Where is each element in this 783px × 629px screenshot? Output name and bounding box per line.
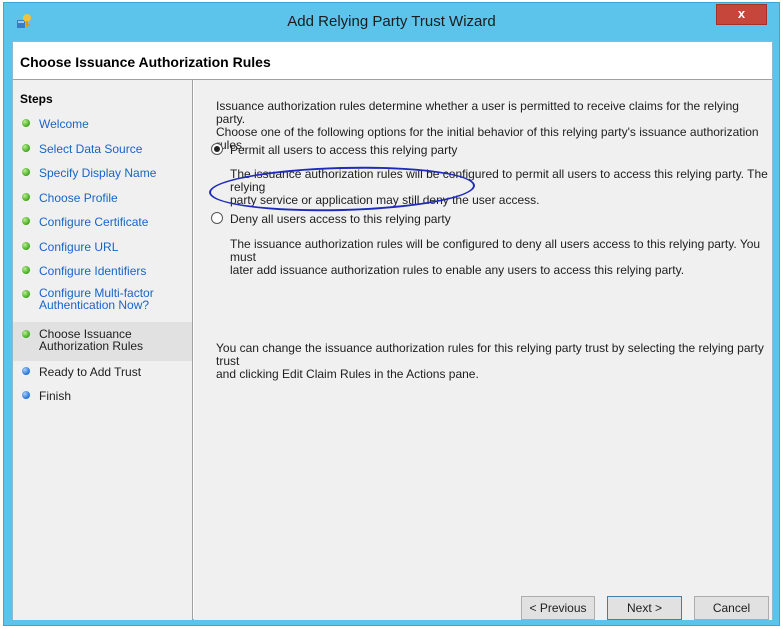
step-choose-issuance-authorization-rules[interactable]: Choose Issuance Authorization Rules bbox=[13, 322, 192, 361]
previous-button[interactable]: < Previous bbox=[521, 596, 595, 620]
permit-option-description: The issuance authorization rules will be… bbox=[230, 168, 770, 207]
permit-all-users-option[interactable]: Permit all users to access this relying … bbox=[208, 141, 748, 157]
step-welcome[interactable]: Welcome bbox=[13, 115, 192, 135]
deny-desc-line-2: later add issuance authorization rules t… bbox=[230, 263, 685, 277]
deny-option-description: The issuance authorization rules will be… bbox=[230, 238, 770, 277]
step-configure-identifiers[interactable]: Configure Identifiers bbox=[13, 262, 192, 282]
hint-line-2: and clicking Edit Claim Rules in the Act… bbox=[216, 367, 479, 381]
step-pending-icon bbox=[22, 367, 30, 375]
deny-option-label[interactable]: Deny all users access to this relying pa… bbox=[230, 212, 451, 226]
step-label: Ready to Add Trust bbox=[39, 365, 142, 379]
step-choose-profile[interactable]: Choose Profile bbox=[13, 189, 192, 209]
intro-line-1: Issuance authorization rules determine w… bbox=[216, 99, 739, 126]
step-done-icon bbox=[22, 217, 30, 225]
step-label: Configure Identifiers bbox=[39, 264, 147, 278]
step-finish[interactable]: Finish bbox=[13, 387, 192, 407]
step-label: Configure URL bbox=[39, 240, 119, 254]
permit-desc-line-1: The issuance authorization rules will be… bbox=[230, 167, 768, 194]
step-label-line-2: Authorization Rules bbox=[39, 339, 144, 353]
step-done-icon bbox=[22, 168, 30, 176]
radio-selected-dot bbox=[214, 146, 220, 152]
cancel-button[interactable]: Cancel bbox=[694, 596, 769, 620]
deny-desc-line-1: The issuance authorization rules will be… bbox=[230, 237, 761, 264]
step-configure-certificate[interactable]: Configure Certificate bbox=[13, 213, 192, 233]
permit-desc-line-2: party service or application may still d… bbox=[230, 193, 540, 207]
step-ready-to-add-trust[interactable]: Ready to Add Trust bbox=[13, 363, 192, 383]
step-label: Configure Certificate bbox=[39, 215, 149, 229]
page-header: Choose Issuance Authorization Rules bbox=[13, 42, 772, 79]
step-select-data-source[interactable]: Select Data Source bbox=[13, 140, 192, 160]
step-label: Select Data Source bbox=[39, 142, 143, 156]
step-done-icon bbox=[22, 193, 30, 201]
step-label: Welcome bbox=[39, 117, 89, 131]
page-title: Choose Issuance Authorization Rules bbox=[20, 54, 271, 70]
step-label: Specify Display Name bbox=[39, 166, 157, 180]
close-button[interactable]: x bbox=[716, 4, 767, 25]
step-current-icon bbox=[22, 330, 30, 338]
step-label-line-2: Authentication Now? bbox=[39, 298, 150, 312]
window-title: Add Relying Party Trust Wizard bbox=[287, 13, 496, 30]
steps-heading: Steps bbox=[20, 92, 53, 106]
deny-radio-button[interactable] bbox=[211, 212, 223, 224]
permit-radio-button[interactable] bbox=[211, 143, 223, 155]
wizard-client-area: Choose Issuance Authorization Rules Step… bbox=[12, 41, 773, 620]
steps-panel: Steps Welcome Select Data Source Specify… bbox=[13, 80, 193, 620]
step-configure-multi-factor[interactable]: Configure Multi-factor Authentication No… bbox=[13, 286, 192, 316]
step-configure-url[interactable]: Configure URL bbox=[13, 238, 192, 258]
title-bar[interactable]: Add Relying Party Trust Wizard x bbox=[4, 3, 779, 40]
hint-line-1: You can change the issuance authorizatio… bbox=[216, 341, 764, 368]
step-done-icon bbox=[22, 119, 30, 127]
step-label: Choose Profile bbox=[39, 191, 118, 205]
step-done-icon bbox=[22, 144, 30, 152]
step-specify-display-name[interactable]: Specify Display Name bbox=[13, 164, 192, 184]
content-panel: Issuance authorization rules determine w… bbox=[194, 80, 772, 620]
close-icon: x bbox=[737, 6, 746, 21]
wizard-window: Add Relying Party Trust Wizard x Choose … bbox=[3, 2, 780, 626]
deny-all-users-option[interactable]: Deny all users access to this relying pa… bbox=[208, 210, 748, 226]
step-done-icon bbox=[22, 266, 30, 274]
edit-rules-hint: You can change the issuance authorizatio… bbox=[216, 342, 766, 381]
next-button[interactable]: Next > bbox=[607, 596, 682, 620]
step-label: Finish bbox=[39, 389, 72, 403]
step-done-icon bbox=[22, 290, 30, 298]
step-done-icon bbox=[22, 242, 30, 250]
step-pending-icon bbox=[22, 391, 30, 399]
permit-option-label[interactable]: Permit all users to access this relying … bbox=[230, 143, 457, 157]
